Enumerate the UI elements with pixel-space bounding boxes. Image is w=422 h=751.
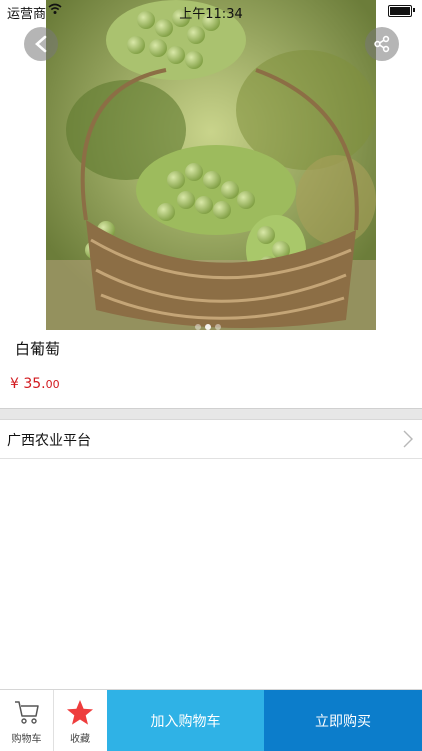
carousel-dot xyxy=(195,324,201,330)
buy-now-button[interactable]: 立即购买 xyxy=(264,690,422,751)
product-image[interactable] xyxy=(46,0,376,330)
favorite-label: 收藏 xyxy=(70,734,90,745)
chevron-right-icon xyxy=(403,430,413,448)
price-decimal: 00 xyxy=(45,378,60,391)
status-bar: 运营商 上午11:34 xyxy=(0,0,422,22)
favorite-button[interactable]: 收藏 xyxy=(54,690,106,751)
carousel-dot xyxy=(215,324,221,330)
clock: 上午11:34 xyxy=(179,7,243,22)
grapes-in-basket-photo xyxy=(46,0,376,330)
add-to-cart-button[interactable]: 加入购物车 xyxy=(107,690,264,751)
cart-label: 购物车 xyxy=(11,734,42,745)
chevron-left-icon xyxy=(35,35,47,53)
battery-icon xyxy=(388,5,412,17)
back-button[interactable] xyxy=(24,27,58,61)
carousel-dot-active xyxy=(205,324,211,330)
carousel-indicator xyxy=(195,315,231,330)
section-divider xyxy=(0,408,422,420)
cart-button[interactable]: 购物车 xyxy=(0,690,54,751)
store-name: 广西农业平台 xyxy=(7,433,91,449)
share-icon xyxy=(374,35,390,53)
product-name: 白葡萄 xyxy=(15,340,61,358)
battery-cap xyxy=(413,8,415,12)
shopping-cart-icon xyxy=(14,701,39,724)
store-row[interactable]: 广西农业平台 xyxy=(0,420,422,459)
bottom-action-bar: 购物车 收藏 加入购物车 立即购买 xyxy=(0,689,422,751)
price-symbol: ¥ xyxy=(10,376,19,392)
star-icon xyxy=(67,700,93,725)
price-integer: 35. xyxy=(18,376,46,392)
product-price: ¥ 35.00 xyxy=(10,376,60,392)
share-button[interactable] xyxy=(365,27,399,61)
